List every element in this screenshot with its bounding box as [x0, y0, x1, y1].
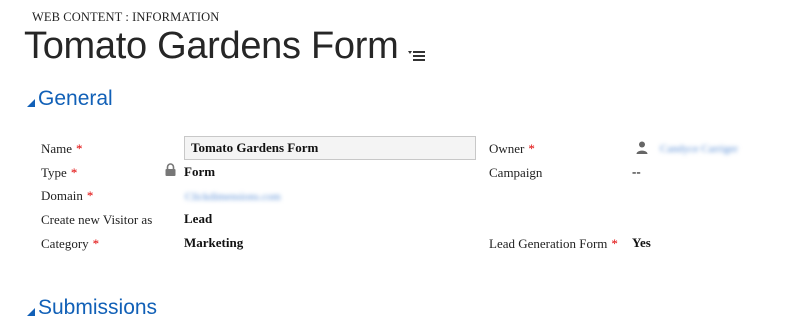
domain-label: Domain *: [41, 188, 94, 203]
required-marker: *: [92, 236, 100, 251]
lock-icon: [165, 163, 176, 176]
list-menu-icon[interactable]: [408, 46, 426, 62]
required-marker: *: [611, 236, 618, 251]
required-marker: *: [70, 165, 78, 180]
category-value[interactable]: Marketing: [184, 235, 243, 251]
name-field[interactable]: Tomato Gardens Form: [184, 136, 476, 160]
required-marker: *: [528, 141, 535, 156]
entity-type-label: WEB CONTENT : INFORMATION: [32, 10, 220, 24]
collapse-triangle-icon: [27, 98, 35, 107]
section-general-header[interactable]: General: [26, 86, 113, 112]
campaign-value[interactable]: --: [632, 164, 641, 180]
section-submissions-header[interactable]: Submissions: [26, 295, 157, 321]
owner-label: Owner *: [489, 141, 535, 156]
lead-generation-form-label: Lead Generation Form *: [489, 236, 618, 251]
required-marker: *: [76, 141, 83, 156]
campaign-label: Campaign: [489, 165, 543, 180]
section-title: Submissions: [38, 296, 158, 319]
owner-lookup-link[interactable]: Candyce Carriger: [660, 143, 738, 155]
category-label: Category *: [41, 236, 100, 251]
create-visitor-label: Create new Visitor as: [41, 212, 153, 227]
page-title: Tomato Gardens Form: [24, 25, 399, 67]
form-header: Tomato Gardens Form: [24, 24, 426, 68]
collapse-triangle-icon: [27, 307, 35, 316]
section-title: General: [38, 87, 113, 110]
type-value: Form: [184, 164, 216, 179]
type-label: Type *: [41, 165, 78, 180]
name-label: Name *: [41, 141, 83, 156]
domain-lookup-link[interactable]: Clickdimensions.com: [185, 191, 281, 203]
create-visitor-value[interactable]: Lead: [184, 211, 212, 227]
required-marker: *: [86, 188, 94, 203]
lead-generation-form-value[interactable]: Yes: [632, 235, 651, 251]
user-icon: [636, 141, 648, 154]
